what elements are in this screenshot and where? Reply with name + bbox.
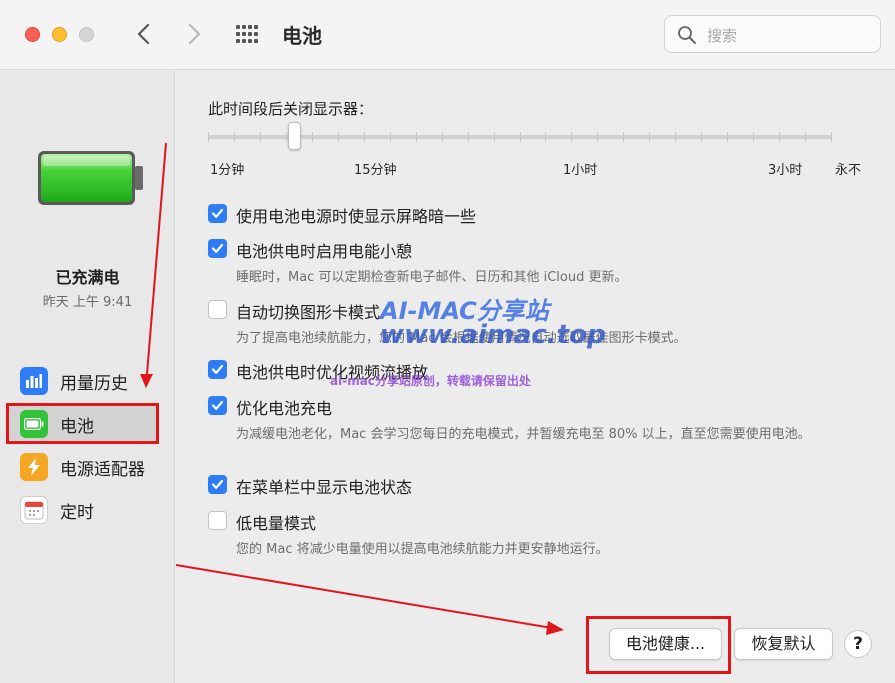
zoom-window-button[interactable] [79, 27, 94, 42]
minimize-window-button[interactable] [52, 27, 67, 42]
checkmark-icon [211, 243, 224, 253]
sidebar-item-label: 电源适配器 [60, 459, 145, 480]
checkbox[interactable] [208, 300, 227, 319]
display-off-label: 此时间段后关闭显示器： [208, 100, 374, 118]
sidebar-item-label: 定时 [60, 502, 94, 523]
slider-tick [597, 132, 599, 142]
slider-knob[interactable] [288, 122, 301, 150]
checkbox[interactable] [208, 239, 227, 258]
chevron-right-icon [188, 23, 201, 45]
lightning-icon [20, 453, 48, 481]
checkbox[interactable] [208, 360, 227, 379]
slider-tick [805, 132, 807, 142]
restore-defaults-button[interactable]: 恢复默认 [734, 628, 833, 660]
option-label: 自动切换图形卡模式 [236, 303, 381, 322]
option-label: 在菜单栏中显示电池状态 [236, 478, 413, 497]
slider-tick [753, 132, 755, 142]
back-button[interactable] [131, 20, 157, 48]
slider-tick [779, 132, 781, 142]
slider-tick [493, 132, 495, 142]
title-bar: 电池 搜索 [0, 0, 895, 70]
tick-label-1hour: 1小时 [563, 163, 598, 178]
slider-tick [649, 132, 651, 142]
sidebar-item-usage-history[interactable]: 用量历史 [8, 362, 158, 400]
tick-label-15min: 15分钟 [354, 163, 397, 178]
checkmark-icon [211, 208, 224, 218]
sidebar-item-power-adapter[interactable]: 电源适配器 [8, 448, 158, 486]
slider-tick [337, 132, 339, 142]
slider-tick [467, 132, 469, 142]
option-description: 您的 Mac 将减少电量使用以提高电池续航能力并更安静地运行。 [236, 542, 609, 557]
show-all-button[interactable] [234, 22, 262, 46]
slider-tick [675, 132, 677, 142]
slider-tick [259, 132, 261, 142]
window-title: 电池 [282, 24, 322, 48]
option-label: 电池供电时启用电能小憩 [236, 242, 413, 261]
charge-status: 已充满电 [55, 268, 120, 287]
slider-tick [831, 132, 832, 142]
battery-settings-pane: 此时间段后关闭显示器： 1分钟 15分钟 1小时 3小时 永不 使用电池电源时使… [176, 71, 895, 683]
battery-highlight-box [6, 403, 159, 444]
sidebar: 已充满电 昨天 上午 9:41 用量历史 电池 电源适配器 定时 [0, 71, 175, 683]
search-placeholder: 搜索 [707, 27, 738, 45]
slider-tick [389, 132, 391, 142]
search-field[interactable]: 搜索 [664, 15, 881, 53]
slider-tick [701, 132, 703, 142]
slider-ticks [208, 132, 832, 142]
calendar-icon [20, 496, 48, 524]
tick-label-never: 永不 [835, 163, 862, 178]
checkmark-icon [211, 400, 224, 410]
battery-health-button[interactable]: 电池健康... [609, 628, 722, 660]
tick-label-1min: 1分钟 [210, 163, 245, 178]
slider-tick [363, 132, 365, 142]
watermark-url: www.aimac.top [380, 320, 606, 350]
grid-icon [236, 25, 258, 43]
checkbox[interactable] [208, 475, 227, 494]
slider-tick [441, 132, 443, 142]
option-description: 为减缓电池老化，Mac 会学习您每日的充电模式，并暂缓充电至 80% 以上，直至… [236, 427, 811, 442]
checkbox[interactable] [208, 204, 227, 223]
slider-tick [285, 132, 287, 142]
option-label: 使用电池电源时使显示屏略暗一些 [236, 207, 477, 226]
slider-tick [623, 132, 625, 142]
battery-full-icon [38, 151, 143, 205]
slider-tick [727, 132, 729, 142]
chevron-left-icon [137, 23, 150, 45]
sidebar-item-schedule[interactable]: 定时 [8, 491, 158, 529]
checkbox[interactable] [208, 511, 227, 530]
checkmark-icon [211, 364, 224, 374]
slider-tick [571, 132, 573, 142]
close-window-button[interactable] [25, 27, 40, 42]
checkmark-icon [211, 479, 224, 489]
charge-time: 昨天 上午 9:41 [42, 295, 133, 310]
search-icon [678, 26, 696, 44]
option-label: 优化电池充电 [236, 399, 333, 418]
forward-button[interactable] [181, 20, 207, 48]
slider-tick [233, 132, 235, 142]
tick-label-3hours: 3小时 [768, 163, 803, 178]
option-label: 低电量模式 [236, 514, 317, 533]
bar-chart-icon [20, 367, 48, 395]
watermark-notice: ai-mac分享站原创，转载请保留出处 [330, 374, 531, 388]
slider-tick [208, 132, 209, 142]
help-button[interactable]: ? [844, 630, 872, 658]
checkbox[interactable] [208, 396, 227, 415]
slider-tick [519, 132, 521, 142]
option-description: 睡眠时，Mac 可以定期检查新电子邮件、日历和其他 iCloud 更新。 [236, 270, 628, 285]
slider-tick [545, 132, 547, 142]
slider-tick [415, 132, 417, 142]
sidebar-item-label: 用量历史 [60, 373, 128, 394]
slider-tick [311, 132, 313, 142]
